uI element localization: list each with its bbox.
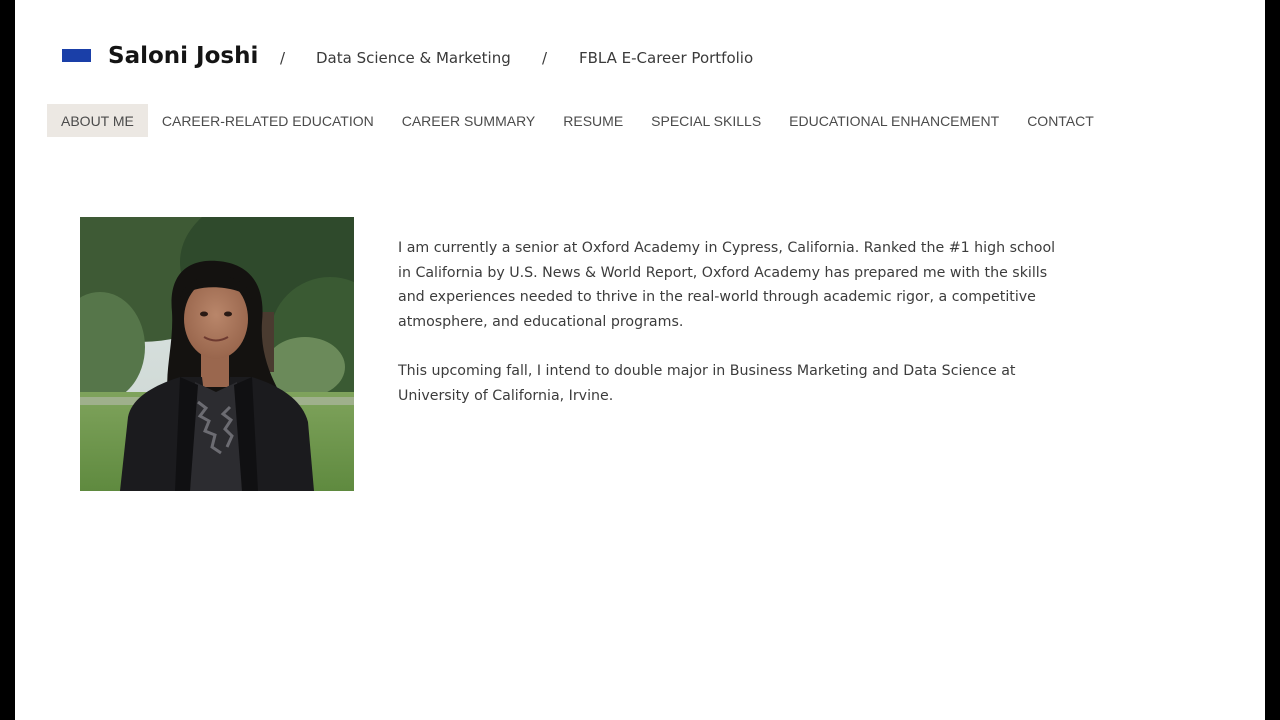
nav-item-special-skills[interactable]: SPECIAL SKILLS <box>637 104 775 137</box>
nav-item-contact[interactable]: CONTACT <box>1013 104 1108 137</box>
about-me-text: I am currently a senior at Oxford Academ… <box>398 236 1058 433</box>
portfolio-page: Saloni Joshi / Data Science & Marketing … <box>15 0 1265 720</box>
main-navigation: ABOUT ME CAREER-RELATED EDUCATION CAREER… <box>47 104 1108 137</box>
brand-logo-mark[interactable] <box>62 49 91 62</box>
nav-item-career-summary[interactable]: CAREER SUMMARY <box>388 104 550 137</box>
nav-item-educational-enhancement[interactable]: EDUCATIONAL ENHANCEMENT <box>775 104 1013 137</box>
profile-photo <box>80 217 354 491</box>
breadcrumb-separator: / <box>280 49 286 67</box>
about-paragraph: This upcoming fall, I intend to double m… <box>398 362 1016 404</box>
nav-item-about-me[interactable]: ABOUT ME <box>47 104 148 137</box>
nav-item-career-related-education[interactable]: CAREER-RELATED EDUCATION <box>148 104 388 137</box>
nav-item-resume[interactable]: RESUME <box>549 104 637 137</box>
site-tagline-portfolio: FBLA E-Career Portfolio <box>579 49 754 67</box>
site-owner-name[interactable]: Saloni Joshi <box>108 40 258 72</box>
about-paragraph: I am currently a senior at Oxford Academ… <box>398 240 1056 330</box>
breadcrumb-separator: / <box>542 49 548 67</box>
site-tagline-field: Data Science & Marketing <box>316 49 511 67</box>
